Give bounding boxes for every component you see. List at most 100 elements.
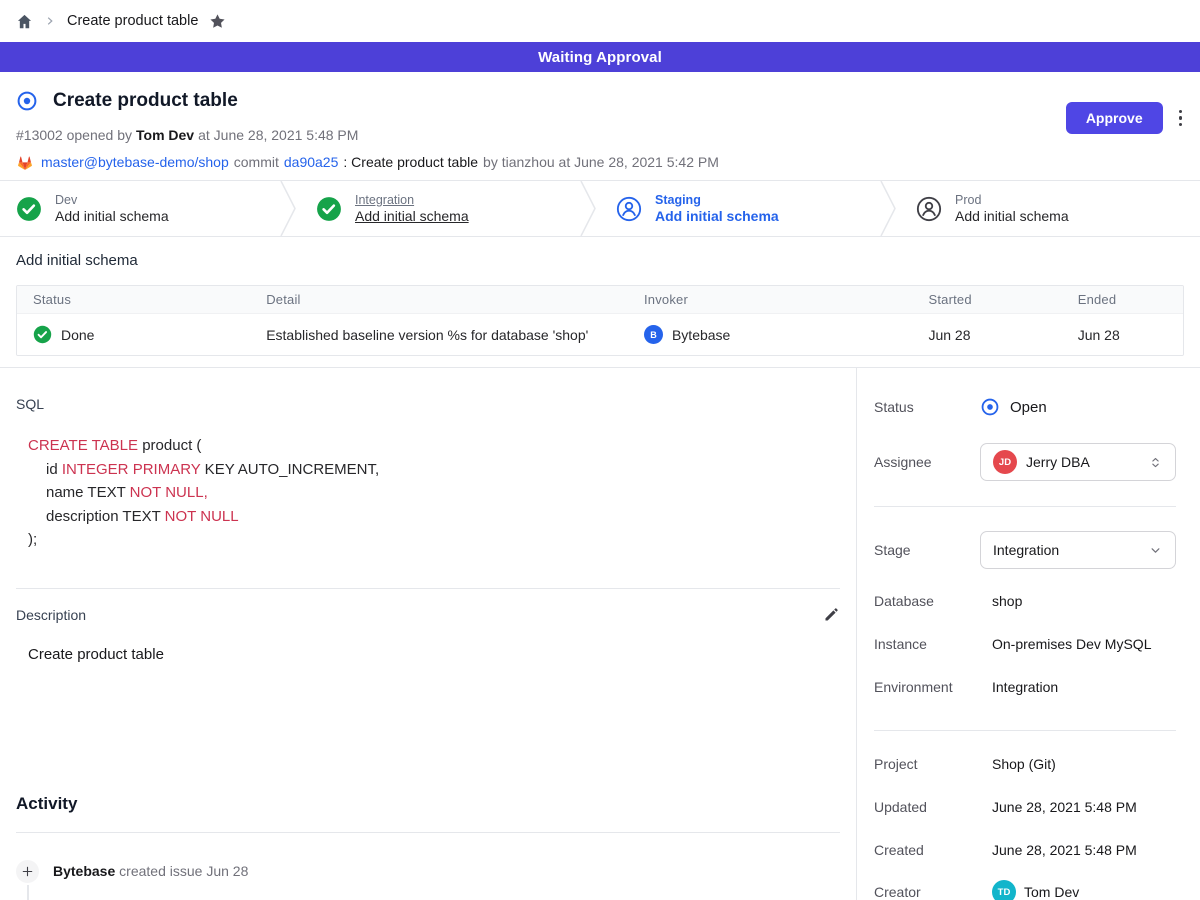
task-table-row[interactable]: Done Established baseline version %s for… [17,314,1183,355]
commit-branch-link[interactable]: master@bytebase-demo/shop [41,154,229,170]
approve-button[interactable]: Approve [1066,102,1163,134]
created-value: June 28, 2021 5:48 PM [980,842,1176,858]
stage-env-label: Prod [955,193,1069,207]
stage-env-label: Dev [55,193,169,207]
task-ended-text: Jun 28 [1078,327,1120,343]
issue-detail-panel: SQL CREATE TABLE product (id INTEGER PRI… [0,368,857,900]
environment-label: Environment [874,679,980,695]
instance-label: Instance [874,636,980,652]
environment-value: Integration [980,679,1176,695]
col-status: Status [17,292,250,307]
description-text: Create product table [28,646,840,663]
task-detail-text: Established baseline version %s for data… [266,327,588,343]
col-invoker: Invoker [628,292,913,307]
chevron-right-icon [44,15,56,27]
gitlab-icon [16,154,34,171]
sidebar-divider [874,506,1176,507]
task-invoker-text: Bytebase [672,327,730,343]
stage-label: Stage [874,542,980,558]
commit-message: : Create product table [343,154,478,170]
pipeline-stages: Dev Add initial schema Integration Add i… [0,180,1200,237]
sidebar-divider [874,730,1176,731]
col-ended: Ended [1062,292,1183,307]
edit-pencil-icon[interactable] [823,606,840,623]
project-label: Project [874,756,980,772]
timeline-line [27,885,29,900]
creator-avatar: TD [992,880,1016,900]
stage-done-check-icon [316,196,342,222]
col-started: Started [912,292,1061,307]
stage-value: Integration [993,542,1059,558]
task-section: Add initial schema Status Detail Invoker… [0,237,1200,367]
breadcrumb: Create product table [0,0,1200,42]
divider [16,832,840,833]
stage-separator [880,181,900,236]
commit-info: master@bytebase-demo/shop commit da90a25… [16,151,1184,173]
approval-status-banner: Waiting Approval [0,42,1200,72]
status-value: Open [1010,399,1047,416]
commit-byline: by tianzhou at June 28, 2021 5:42 PM [483,154,719,170]
issue-meta-time: at June 28, 2021 5:48 PM [198,127,358,143]
activity-action: created issue Jun 28 [119,863,248,879]
stage-integration[interactable]: Integration Add initial schema [300,181,580,236]
activity-heading: Activity [16,794,840,816]
assignee-value: Jerry DBA [1026,454,1090,470]
issue-title: Create product table [53,90,238,112]
stage-done-check-icon [16,196,42,222]
sql-code-block[interactable]: CREATE TABLE product (id INTEGER PRIMARY… [28,434,840,552]
banner-text: Waiting Approval [538,49,662,66]
bytebase-issue-page: Create product table Waiting Approval Cr… [0,0,1200,900]
more-actions-icon[interactable] [1177,106,1184,130]
assignee-avatar: JD [993,450,1017,474]
issue-header: Create product table #13002 opened by To… [0,72,1200,180]
project-value: Shop (Git) [980,756,1176,772]
stage-dev[interactable]: Dev Add initial schema [0,181,280,236]
issue-open-icon [16,90,38,112]
stage-staging[interactable]: Staging Add initial schema [600,181,880,236]
task-status-text: Done [61,327,94,343]
database-label: Database [874,593,980,609]
chevron-down-icon [1148,543,1163,558]
stage-task-label: Add initial schema [355,208,469,224]
issue-meta: #13002 opened by Tom Dev at June 28, 202… [16,125,1184,145]
description-label: Description [16,607,86,623]
task-section-heading: Add initial schema [16,252,1184,272]
assignee-label: Assignee [874,454,980,470]
assignee-select[interactable]: JD Jerry DBA [980,443,1176,481]
issue-meta-author: Tom Dev [136,127,194,143]
stage-task-label: Add initial schema [955,208,1069,224]
status-label: Status [874,399,980,415]
commit-word: commit [234,154,279,170]
creator-value: Tom Dev [1024,884,1079,900]
favorite-star-icon[interactable] [209,13,226,30]
stage-task-label: Add initial schema [55,208,169,224]
stage-select[interactable]: Integration [980,531,1176,569]
sql-label: SQL [16,396,840,413]
database-value: shop [980,593,1176,609]
col-detail: Detail [250,292,628,307]
stage-separator [280,181,300,236]
home-icon[interactable] [16,13,33,30]
stage-prod[interactable]: Prod Add initial schema [900,181,1200,236]
task-done-check-icon [33,325,52,344]
updown-caret-icon [1148,455,1163,470]
breadcrumb-page-title[interactable]: Create product table [67,13,198,29]
updated-label: Updated [874,799,980,815]
stage-task-label: Add initial schema [655,208,779,224]
stage-env-label: Staging [655,193,779,207]
stage-separator [580,181,600,236]
instance-value: On-premises Dev MySQL [980,636,1176,652]
issue-sidebar: Status Open Assignee JD Jerry DBA [857,368,1200,900]
divider [16,588,840,589]
issue-meta-prefix: #13002 opened by [16,127,132,143]
activity-plus-icon [16,860,39,883]
stage-env-label: Integration [355,193,469,207]
stage-pending-person-icon [916,196,942,222]
task-table-header: Status Detail Invoker Started Ended [17,286,1183,314]
commit-hash-link[interactable]: da90a25 [284,154,339,170]
updated-value: June 28, 2021 5:48 PM [980,799,1176,815]
activity-item: Bytebase created issue Jun 28 [16,860,840,883]
stage-pending-person-icon [616,196,642,222]
task-table: Status Detail Invoker Started Ended Done… [16,285,1184,356]
created-label: Created [874,842,980,858]
